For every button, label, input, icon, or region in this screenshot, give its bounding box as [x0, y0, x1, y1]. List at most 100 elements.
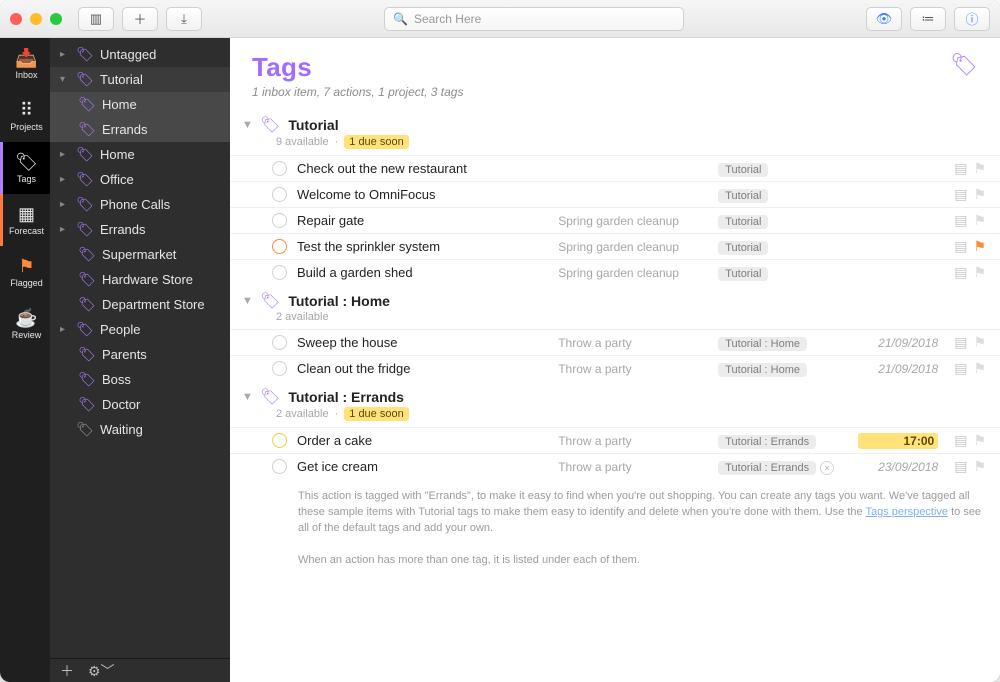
flag-icon[interactable]: ⚑: [973, 238, 986, 255]
complete-checkbox[interactable]: [272, 187, 287, 202]
complete-checkbox[interactable]: [272, 265, 287, 280]
sidebar-item[interactable]: ▸ 🏷 Untagged: [50, 42, 230, 67]
task-row[interactable]: Repair gate Spring garden cleanup Tutori…: [230, 207, 1000, 233]
sidebar-item[interactable]: 🏷Supermarket: [50, 242, 230, 267]
note-icon[interactable]: ▤: [954, 238, 967, 255]
tags-perspective-link[interactable]: Tags perspective: [865, 506, 948, 518]
task-row[interactable]: Test the sprinkler system Spring garden …: [230, 233, 1000, 259]
sidebar-item[interactable]: ▾ 🏷 Tutorial: [50, 67, 230, 92]
task-tag-pill[interactable]: Tutorial: [718, 189, 768, 203]
flag-icon[interactable]: ⚑: [973, 186, 986, 203]
inspector-button[interactable]: ⓘ: [954, 7, 990, 31]
disclosure-icon[interactable]: ▸: [60, 224, 70, 235]
task-row[interactable]: Get ice cream Throw a party Tutorial : E…: [230, 453, 1000, 575]
sidebar-item[interactable]: 🏷Parents: [50, 342, 230, 367]
disclosure-icon[interactable]: ▸: [60, 174, 70, 185]
add-tag-button[interactable]: ＋: [60, 661, 74, 681]
sidebar-item[interactable]: 🏷Home: [50, 92, 230, 117]
flag-icon[interactable]: ⚑: [973, 334, 986, 351]
note-icon[interactable]: ▤: [954, 186, 967, 203]
disclosure-icon[interactable]: ▸: [60, 324, 70, 335]
complete-checkbox[interactable]: [272, 239, 287, 254]
focus-button[interactable]: ≔: [910, 7, 946, 31]
complete-checkbox[interactable]: [272, 161, 287, 176]
task-date: 17:00: [858, 433, 938, 449]
flag-icon[interactable]: ⚑: [973, 360, 986, 377]
sidebar-item[interactable]: ▸ 🏷 Errands: [50, 217, 230, 242]
complete-checkbox[interactable]: [272, 335, 287, 350]
complete-checkbox[interactable]: [272, 459, 287, 474]
task-row[interactable]: Welcome to OmniFocus Tutorial ▤ ⚑: [230, 181, 1000, 207]
task-row[interactable]: Sweep the house Throw a party Tutorial :…: [230, 329, 1000, 355]
toggle-sidebar-button[interactable]: ▥: [78, 7, 114, 31]
zoom-window[interactable]: [50, 13, 62, 25]
quick-entry-button[interactable]: ⤓: [166, 7, 202, 31]
section-disclosure[interactable]: ▼: [242, 295, 252, 307]
task-tag-pill[interactable]: Tutorial : Errands: [718, 435, 816, 449]
tag-icon: 🏷: [76, 146, 94, 163]
rail-tags[interactable]: 🏷 Tags: [0, 142, 50, 194]
task-tag-pill[interactable]: Tutorial : Home: [718, 337, 807, 351]
sidebar-item[interactable]: 🏷Hardware Store: [50, 267, 230, 292]
sidebar-item[interactable]: 🏷 Waiting: [50, 417, 230, 442]
sidebar-icon: ▥: [90, 11, 102, 27]
task-tag-pill[interactable]: Tutorial : Home: [718, 363, 807, 377]
note-icon[interactable]: ▤: [954, 360, 967, 377]
sidebar-item[interactable]: ▸ 🏷 Office: [50, 167, 230, 192]
complete-checkbox[interactable]: [272, 433, 287, 448]
note-icon[interactable]: ▤: [954, 264, 967, 281]
sidebar-item[interactable]: 🏷Department Store: [50, 292, 230, 317]
section-disclosure[interactable]: ▼: [242, 119, 252, 131]
task-tags: Tutorial : Home: [718, 361, 848, 377]
flag-icon[interactable]: ⚑: [973, 458, 986, 475]
flag-icon[interactable]: ⚑: [973, 432, 986, 449]
add-button[interactable]: ＋: [122, 7, 158, 31]
task-row[interactable]: Build a garden shed Spring garden cleanu…: [230, 259, 1000, 285]
flag-icon[interactable]: ⚑: [973, 264, 986, 281]
sidebar-item[interactable]: ▸ 🏷 Home: [50, 142, 230, 167]
rail-forecast[interactable]: ▦ Forecast: [0, 194, 50, 246]
note-icon[interactable]: ▤: [954, 334, 967, 351]
task-row[interactable]: Check out the new restaurant Tutorial ▤ …: [230, 155, 1000, 181]
minimize-window[interactable]: [30, 13, 42, 25]
note-icon[interactable]: ▤: [954, 160, 967, 177]
disclosure-icon[interactable]: ▸: [60, 149, 70, 160]
rail-inbox[interactable]: 📥 Inbox: [0, 38, 50, 90]
task-row[interactable]: Order a cake Throw a party Tutorial : Er…: [230, 427, 1000, 453]
task-title: Get ice cream: [297, 459, 548, 474]
sidebar-item[interactable]: ▸ 🏷 Phone Calls: [50, 192, 230, 217]
note-icon[interactable]: ▤: [954, 458, 967, 475]
rail-label: Projects: [10, 122, 43, 132]
close-window[interactable]: [10, 13, 22, 25]
rail-projects[interactable]: ⠿ Projects: [0, 90, 50, 142]
disclosure-icon[interactable]: ▸: [60, 49, 70, 60]
rail-flagged[interactable]: ⚑ Flagged: [0, 246, 50, 298]
sidebar-item[interactable]: 🏷Errands: [50, 117, 230, 142]
rail-review[interactable]: ☕ Review: [0, 298, 50, 350]
section-disclosure[interactable]: ▼: [242, 391, 252, 403]
view-button[interactable]: 👁: [866, 7, 902, 31]
task-tag-pill[interactable]: Tutorial : Errands: [718, 461, 816, 475]
sidebar-item-label: Home: [102, 97, 137, 112]
task-tag-pill[interactable]: Tutorial: [718, 163, 768, 177]
task-tag-pill[interactable]: Tutorial: [718, 267, 768, 281]
complete-checkbox[interactable]: [272, 361, 287, 376]
note-icon[interactable]: ▤: [954, 212, 967, 229]
note-icon[interactable]: ▤: [954, 432, 967, 449]
flag-icon[interactable]: ⚑: [973, 160, 986, 177]
flag-icon[interactable]: ⚑: [973, 212, 986, 229]
sidebar-gear-button[interactable]: ⚙︎﹀: [88, 661, 115, 681]
sidebar-item[interactable]: 🏷Doctor: [50, 392, 230, 417]
task-tag-pill[interactable]: Tutorial: [718, 241, 768, 255]
task-row[interactable]: Clean out the fridge Throw a party Tutor…: [230, 355, 1000, 381]
complete-checkbox[interactable]: [272, 213, 287, 228]
remove-tag-icon[interactable]: ×: [820, 461, 834, 475]
sidebar-item[interactable]: ▸ 🏷 People: [50, 317, 230, 342]
task-tag-pill[interactable]: Tutorial: [718, 215, 768, 229]
sidebar-item[interactable]: 🏷Boss: [50, 367, 230, 392]
disclosure-icon[interactable]: ▸: [60, 199, 70, 210]
disclosure-icon[interactable]: ▾: [60, 74, 70, 85]
search-input[interactable]: 🔍 Search Here: [384, 7, 684, 31]
inbox-icon: 📥: [15, 49, 37, 67]
task-row-icons: ▤ ⚑: [954, 160, 986, 177]
